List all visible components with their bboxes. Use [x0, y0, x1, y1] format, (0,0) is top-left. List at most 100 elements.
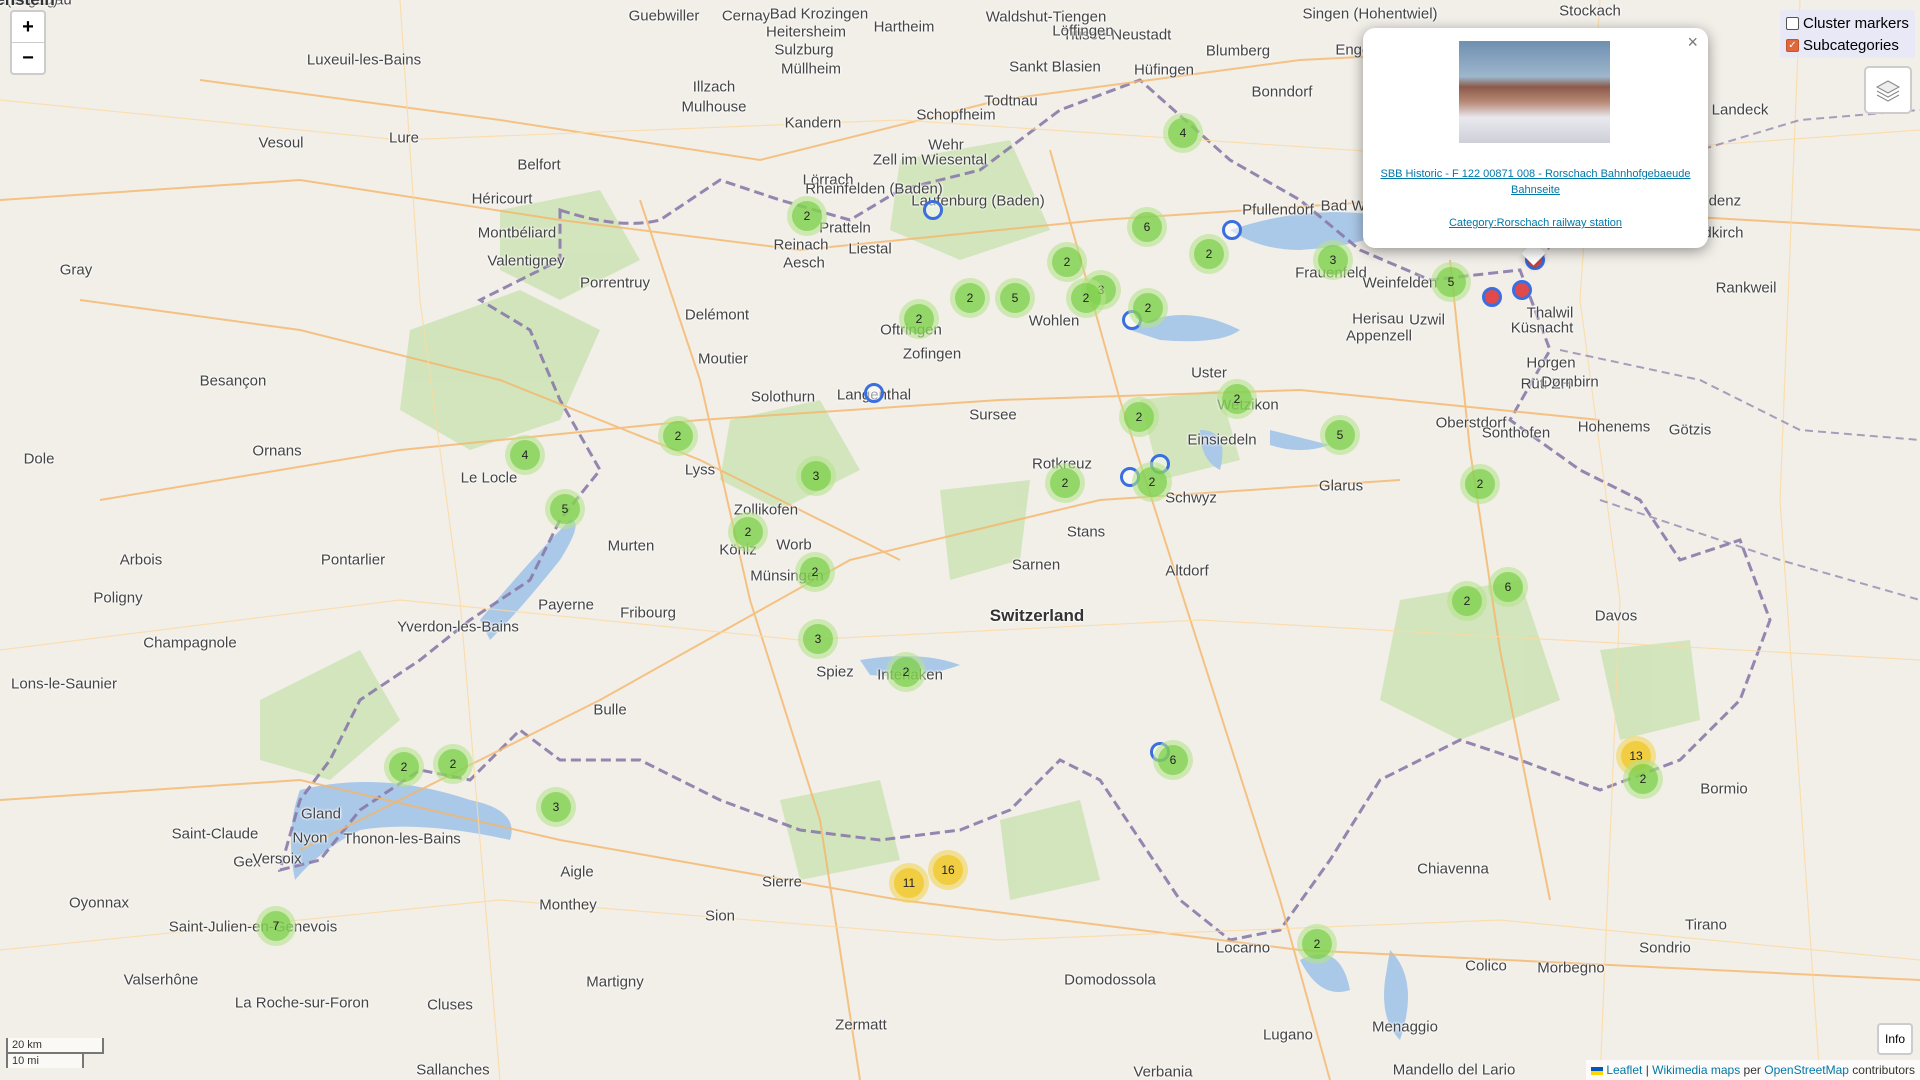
place-label: Horgen [1526, 354, 1576, 372]
place-label: Stockach [1559, 2, 1621, 20]
wikimedia-maps-link[interactable]: Wikimedia maps [1652, 1063, 1740, 1077]
cluster-marker[interactable]: 2 [950, 278, 990, 318]
place-label: Yverdon-les-Bains [397, 618, 519, 636]
scale-bar: 20 km 10 mi [6, 1038, 104, 1068]
place-label: Altdorf [1165, 562, 1209, 580]
place-label: Singen (Hohentwiel) [1302, 5, 1438, 23]
place-label: Sion [704, 907, 736, 925]
subcategories-checkbox[interactable]: ✓ [1786, 38, 1799, 52]
cluster-markers-toggle[interactable]: Cluster markers [1786, 12, 1909, 34]
cluster-marker[interactable]: 3 [1313, 240, 1353, 280]
place-label: Appenzell [1346, 327, 1412, 345]
place-label: Liechtenstein [0, 0, 55, 10]
place-label: Herisau [1352, 310, 1404, 328]
place-label: Bonndorf [1251, 83, 1313, 101]
cluster-marker[interactable]: 5 [1320, 415, 1360, 455]
place-label: Murten [607, 537, 655, 555]
cluster-marker[interactable]: 2 [886, 652, 926, 692]
info-button[interactable]: Info [1877, 1023, 1913, 1055]
cluster-marker[interactable]: 6 [1153, 740, 1193, 780]
cluster-marker[interactable]: 11 [889, 863, 929, 903]
place-label: Sallanches [416, 1061, 490, 1079]
cluster-marker[interactable]: 2 [1047, 242, 1087, 282]
attribution-per: per [1743, 1063, 1761, 1077]
place-label: Dornbirn [1541, 373, 1599, 391]
cluster-marker[interactable]: 2 [1623, 759, 1663, 799]
cluster-marker[interactable]: 6 [1488, 567, 1528, 607]
subcategories-toggle[interactable]: ✓ Subcategories [1786, 34, 1909, 56]
place-label: Solothurn [750, 388, 816, 406]
cluster-marker[interactable]: 2 [787, 196, 827, 236]
place-label: Poligny [93, 589, 143, 607]
cluster-marker[interactable]: 2 [1189, 234, 1229, 274]
place-label: Müllheim [780, 60, 842, 78]
cluster-marker[interactable]: 3 [536, 787, 576, 827]
cluster-marker[interactable]: 3 [798, 619, 838, 659]
cluster-count: 2 [663, 421, 693, 451]
place-label: Verbania [1133, 1063, 1193, 1080]
cluster-marker[interactable]: 2 [1119, 397, 1159, 437]
cluster-marker[interactable]: 2 [1045, 463, 1085, 503]
cluster-count: 2 [1194, 239, 1224, 269]
cluster-marker[interactable]: 5 [1431, 262, 1471, 302]
layers-button[interactable] [1864, 66, 1912, 114]
close-icon[interactable]: × [1687, 32, 1698, 53]
popup-thumbnail[interactable] [1459, 41, 1610, 143]
leaflet-link[interactable]: Leaflet [1606, 1063, 1642, 1077]
cluster-markers-checkbox[interactable] [1786, 16, 1799, 30]
place-label: Versoix [252, 850, 302, 868]
place-label: Saint-Claude [171, 825, 259, 843]
cluster-count: 2 [1465, 469, 1495, 499]
cluster-marker[interactable]: 2 [1460, 464, 1500, 504]
place-label: Guebwiller [628, 7, 700, 25]
map-pin[interactable] [1482, 287, 1502, 307]
place-label: Montbéliard [477, 224, 557, 242]
cluster-marker[interactable]: 2 [433, 744, 473, 784]
cluster-marker[interactable]: 2 [899, 299, 939, 339]
cluster-count: 2 [891, 657, 921, 687]
cluster-marker[interactable]: 4 [505, 435, 545, 475]
map-pin[interactable] [1222, 220, 1242, 240]
cluster-count: 2 [1050, 468, 1080, 498]
cluster-marker[interactable]: 2 [1217, 379, 1257, 419]
place-label: Champagnole [143, 634, 237, 652]
cluster-marker[interactable]: 2 [1066, 278, 1106, 318]
place-label: Mulhouse [681, 98, 747, 116]
map-pin[interactable] [923, 200, 943, 220]
openstreetmap-link[interactable]: OpenStreetMap [1764, 1063, 1849, 1077]
cluster-marker[interactable]: 6 [1127, 207, 1167, 247]
place-label: Le Locle [460, 469, 518, 487]
cluster-marker[interactable]: 2 [1132, 462, 1172, 502]
place-label: Besançon [199, 372, 267, 390]
zoom-out-button[interactable]: − [12, 43, 44, 73]
map-pin[interactable] [1512, 280, 1532, 300]
cluster-marker[interactable]: 5 [995, 278, 1035, 318]
cluster-marker[interactable]: 5 [545, 489, 585, 529]
popup-category-link[interactable]: Category:Rorschach railway station [1363, 215, 1708, 231]
popup-file-link[interactable]: SBB Historic - F 122 00871 008 - Rorscha… [1363, 166, 1708, 198]
place-label: Lyss [684, 461, 716, 479]
place-label: Cluses [427, 996, 473, 1014]
cluster-count: 6 [1132, 212, 1162, 242]
place-label: Gray [59, 261, 93, 279]
place-label: Worb [776, 536, 812, 554]
cluster-marker[interactable]: 2 [658, 416, 698, 456]
cluster-marker[interactable]: 16 [928, 850, 968, 890]
place-label: Schwyz [1165, 489, 1217, 507]
cluster-count: 2 [1302, 929, 1332, 959]
cluster-marker[interactable]: 2 [1447, 581, 1487, 621]
cluster-marker[interactable]: 7 [256, 906, 296, 946]
zoom-control: + − [10, 10, 46, 75]
zoom-in-button[interactable]: + [12, 12, 44, 43]
cluster-marker[interactable]: 2 [1128, 288, 1168, 328]
cluster-marker[interactable]: 2 [795, 552, 835, 592]
place-label: Stans [1066, 523, 1106, 541]
cluster-marker[interactable]: 2 [1297, 924, 1337, 964]
cluster-marker[interactable]: 2 [728, 512, 768, 552]
map-pin[interactable] [864, 383, 884, 403]
place-label: Delémont [684, 306, 750, 324]
cluster-marker[interactable]: 4 [1163, 113, 1203, 153]
place-label: Héricourt [471, 190, 533, 208]
cluster-marker[interactable]: 2 [384, 747, 424, 787]
cluster-marker[interactable]: 3 [796, 456, 836, 496]
